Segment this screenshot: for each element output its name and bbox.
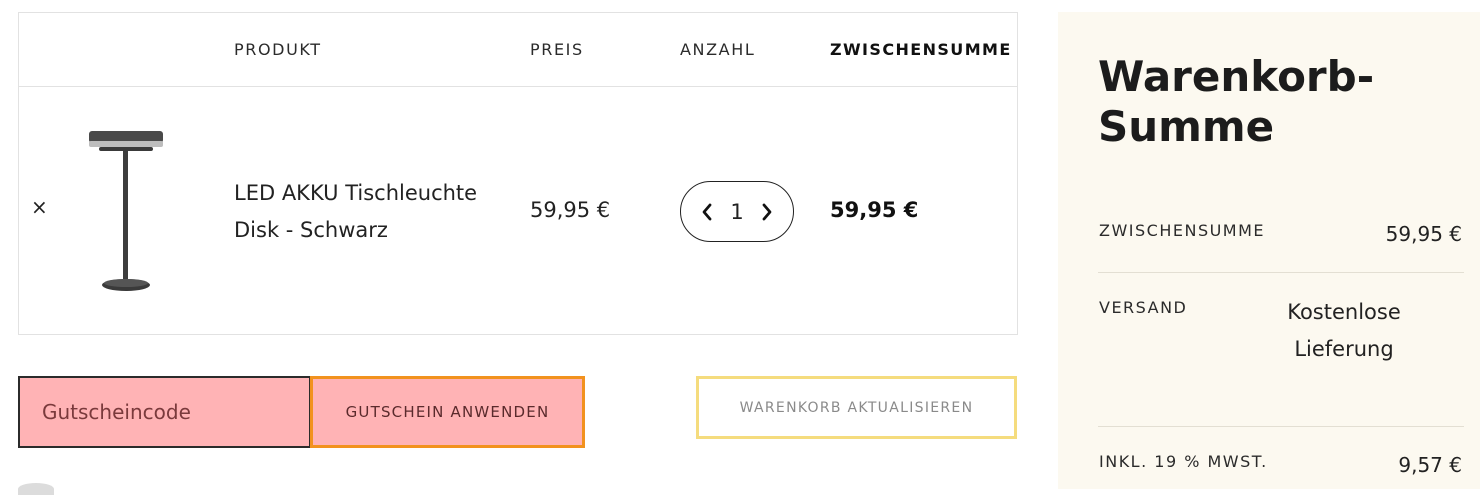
cart-totals-panel: Warenkorb-Summe ZWISCHENSUMME 59,95 € VE… <box>1058 12 1480 489</box>
header-product: PRODUKT <box>234 40 322 59</box>
partial-element <box>18 483 54 495</box>
quantity-stepper: 1 <box>680 181 794 242</box>
line-subtotal: 59,95 € <box>830 198 919 222</box>
header-quantity: ANZAHL <box>680 40 756 59</box>
cart-table: PRODUKT PREIS ANZAHL ZWISCHENSUMME × LED… <box>18 12 1018 335</box>
remove-item-icon[interactable]: × <box>31 197 48 217</box>
totals-tax-value: 9,57 € <box>1398 453 1462 477</box>
totals-shipping-label: VERSAND <box>1099 298 1188 317</box>
cart-totals-title: Warenkorb-Summe <box>1098 52 1375 151</box>
cart-table-header: PRODUKT PREIS ANZAHL ZWISCHENSUMME <box>19 13 1017 87</box>
totals-subtotal-label: ZWISCHENSUMME <box>1099 221 1266 240</box>
coupon-code-input[interactable]: Gutscheincode <box>18 376 311 448</box>
chevron-left-icon <box>702 203 712 220</box>
totals-shipping-value: Kostenlose Lieferung <box>1287 300 1401 361</box>
apply-coupon-button[interactable]: GUTSCHEIN ANWENDEN <box>310 376 585 448</box>
quantity-input[interactable]: 1 <box>725 200 749 224</box>
header-subtotal: ZWISCHENSUMME <box>830 40 1012 59</box>
product-price: 59,95 € <box>530 198 611 222</box>
increase-quantity-button[interactable] <box>759 202 775 222</box>
totals-subtotal-value: 59,95 € <box>1385 222 1462 246</box>
divider <box>1098 272 1464 273</box>
header-price: PREIS <box>530 40 584 59</box>
totals-tax-label: INKL. 19 % MWST. <box>1099 452 1268 471</box>
update-cart-button[interactable]: WARENKORB AKTUALISIEREN <box>696 376 1017 439</box>
decrease-quantity-button[interactable] <box>699 202 715 222</box>
product-name-link[interactable]: LED AKKU Tischleuchte Disk - Schwarz <box>234 175 514 249</box>
chevron-right-icon <box>762 203 772 220</box>
table-lamp-image[interactable] <box>81 125 171 297</box>
divider <box>1098 426 1464 427</box>
